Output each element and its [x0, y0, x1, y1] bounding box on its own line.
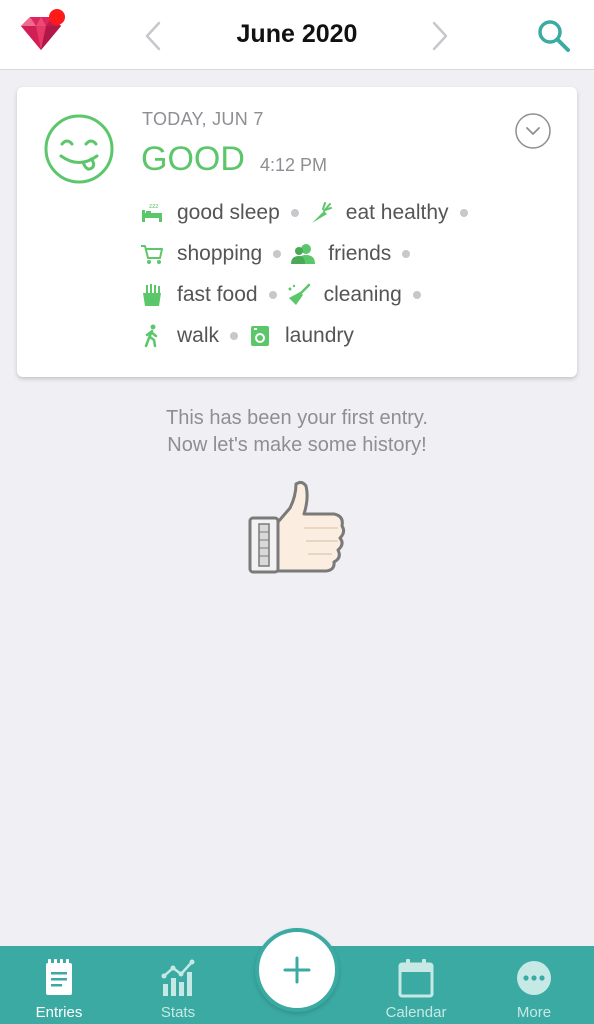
- activity-item: fast food: [140, 283, 258, 307]
- activity-label: shopping: [177, 241, 263, 265]
- bed-icon: zzz: [140, 201, 164, 225]
- activity-label: cleaning: [323, 282, 402, 306]
- broom-icon: [287, 283, 311, 307]
- message-line-2: Now let's make some history!: [167, 434, 427, 456]
- month-title[interactable]: June 2020: [0, 20, 594, 49]
- tab-stats[interactable]: Stats: [138, 946, 218, 1024]
- separator-dot: [230, 331, 239, 340]
- plus-icon: [283, 956, 311, 984]
- activity-label: friends: [328, 241, 392, 265]
- activity-label: walk: [177, 323, 220, 347]
- activity-row: fast food cleaning: [140, 274, 560, 315]
- add-entry-button[interactable]: [255, 928, 339, 1012]
- activity-item: zzz good sleep: [140, 201, 280, 225]
- activity-row: zzz good sleep eat healthy: [140, 192, 560, 233]
- entries-icon: [46, 959, 72, 995]
- separator-dot: [268, 290, 277, 299]
- activity-item: laundry: [248, 324, 354, 348]
- mood-label: GOOD: [141, 140, 245, 178]
- cart-icon: [140, 242, 164, 266]
- thumbs-up-icon: [248, 480, 346, 574]
- search-icon[interactable]: [536, 18, 572, 54]
- walk-icon: [140, 324, 164, 348]
- activity-row: shopping friends: [140, 233, 560, 274]
- expand-chevron-icon[interactable]: [514, 112, 552, 150]
- activity-item: walk: [140, 324, 219, 348]
- activity-label: good sleep: [177, 200, 280, 224]
- tab-label: Stats: [160, 1004, 196, 1021]
- activity-item: friends: [291, 242, 391, 266]
- separator-dot: [273, 249, 282, 258]
- stats-icon: [161, 959, 195, 996]
- tab-label: More: [516, 1004, 552, 1021]
- calendar-icon: [398, 959, 434, 998]
- tab-label: Calendar: [385, 1004, 447, 1021]
- entry-card[interactable]: TODAY, JUN 7 GOOD 4:12 PM zzz good sleep…: [17, 87, 577, 377]
- entry-time: 4:12 PM: [260, 155, 328, 175]
- separator-dot: [459, 208, 468, 217]
- activity-label: laundry: [285, 323, 354, 347]
- chevron-right-icon[interactable]: [428, 20, 452, 52]
- washer-icon: [248, 324, 272, 348]
- svg-text:zzz: zzz: [149, 203, 158, 210]
- entry-date: TODAY, JUN 7: [142, 109, 264, 129]
- carrot-icon: [309, 201, 333, 225]
- fries-icon: [140, 283, 164, 307]
- history-message: This has been your first entry. Now let'…: [0, 405, 594, 459]
- tab-more[interactable]: More: [494, 946, 574, 1024]
- activity-item: eat healthy: [309, 201, 449, 225]
- message-line-1: This has been your first entry.: [166, 407, 428, 429]
- activity-label: fast food: [177, 282, 258, 306]
- activity-list: zzz good sleep eat healthy shopping frie…: [140, 192, 560, 356]
- separator-dot: [290, 208, 299, 217]
- separator-dot: [412, 290, 421, 299]
- activity-item: shopping: [140, 242, 262, 266]
- activity-row: walk laundry: [140, 315, 560, 356]
- more-icon: [517, 961, 551, 995]
- tab-calendar[interactable]: Calendar: [376, 946, 456, 1024]
- tab-label: Entries: [35, 1004, 83, 1021]
- activity-item: cleaning: [287, 283, 402, 307]
- activity-label: eat healthy: [345, 200, 449, 224]
- tab-entries[interactable]: Entries: [19, 946, 99, 1024]
- app-screen: June 2020 TODAY, JUN 7 GOOD 4:12 PM zzz …: [0, 0, 594, 1024]
- mood-good-face-icon: [44, 114, 114, 184]
- separator-dot: [402, 249, 411, 258]
- top-bar: June 2020: [0, 0, 594, 70]
- friends-icon: [291, 242, 316, 266]
